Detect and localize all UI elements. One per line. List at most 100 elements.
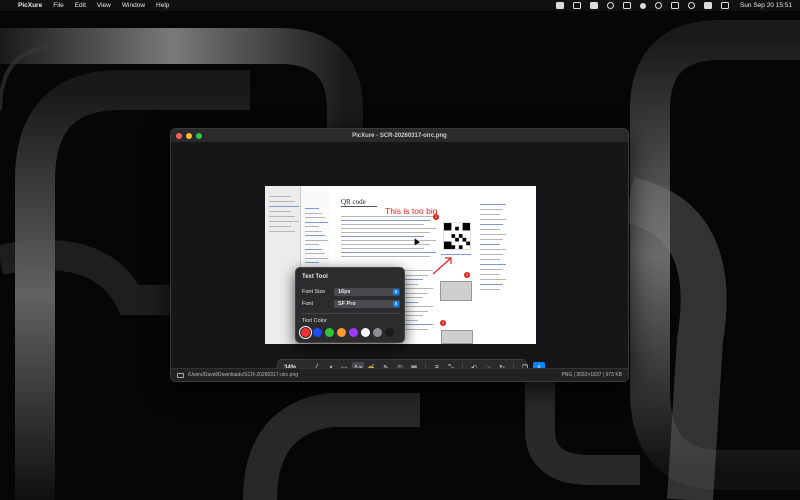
text-line xyxy=(269,196,291,198)
counter-badge[interactable]: 3 xyxy=(440,320,446,326)
annotation-text[interactable]: This is too big xyxy=(385,206,437,216)
text-line xyxy=(269,231,295,233)
menubar-clock[interactable]: Sun Sep 20 15:51 xyxy=(740,2,792,9)
counter-badge[interactable]: 1 xyxy=(433,214,439,220)
battery-icon[interactable] xyxy=(670,2,679,9)
screenshot-photo xyxy=(441,330,473,344)
annotation-arrow[interactable] xyxy=(431,254,455,276)
font-size-select[interactable]: 16px ⇕ xyxy=(334,288,400,296)
text-line xyxy=(269,206,299,208)
text-line xyxy=(305,208,319,210)
text-line xyxy=(305,230,322,232)
menu-extras: Sun Sep 20 15:51 xyxy=(555,0,792,11)
text-line xyxy=(480,234,506,236)
desktop: PicXure File Edit View Window Help Sun S… xyxy=(0,0,800,500)
headphones-icon[interactable] xyxy=(654,2,662,9)
font-select[interactable]: SF Pro ⇕ xyxy=(334,300,400,308)
text-tool-popover: Text Tool Font Size 16px ⇕ Font SF Pro ⇕… xyxy=(295,267,405,343)
text-line xyxy=(341,236,424,238)
color-swatch[interactable] xyxy=(349,328,358,337)
color-swatches xyxy=(301,328,394,337)
text-line xyxy=(305,253,325,255)
text-line xyxy=(341,248,424,250)
text-line xyxy=(341,232,430,234)
text-line xyxy=(480,289,500,291)
close-window-button[interactable] xyxy=(176,132,182,139)
text-line xyxy=(305,212,322,214)
text-line xyxy=(341,224,424,226)
text-line xyxy=(480,274,500,276)
color-swatch[interactable] xyxy=(385,328,394,337)
menu-edit[interactable]: Edit xyxy=(75,2,86,9)
text-line xyxy=(480,269,503,271)
window-controls xyxy=(176,132,202,139)
text-line xyxy=(305,244,319,246)
app-status-icon[interactable] xyxy=(572,2,581,9)
screenshot-heading: QR code xyxy=(341,198,366,206)
status-bar: /Users/David/Downloads/SCR-20260317-oirc… xyxy=(171,368,628,381)
menu-window[interactable]: Window xyxy=(122,2,145,9)
text-line xyxy=(341,220,430,222)
popover-divider xyxy=(302,313,400,314)
text-line xyxy=(480,209,503,211)
file-info: PNG | 3032×1837 | 973 KB xyxy=(561,372,622,378)
text-line xyxy=(480,264,506,266)
text-line xyxy=(305,235,325,237)
display-icon[interactable] xyxy=(622,2,631,9)
text-line xyxy=(305,221,328,223)
app-window: PicXure - SCR-20260317-oirc.png QR code … xyxy=(170,128,629,382)
vpn-icon[interactable] xyxy=(606,2,614,9)
font-size-value: 16px xyxy=(338,289,351,295)
text-line xyxy=(480,214,500,216)
text-line xyxy=(480,259,500,261)
text-line xyxy=(269,221,299,223)
text-line xyxy=(341,244,430,246)
text-line xyxy=(480,244,500,246)
text-line xyxy=(480,204,506,206)
text-line xyxy=(269,201,295,203)
text-line xyxy=(341,228,436,230)
keyboard-input-icon[interactable] xyxy=(703,2,712,9)
control-center-icon[interactable] xyxy=(720,2,729,9)
clipboard-icon[interactable] xyxy=(589,2,598,9)
screenshot-photo xyxy=(440,281,472,301)
menu-view[interactable]: View xyxy=(97,2,111,9)
window-title: PicXure - SCR-20260317-oirc.png xyxy=(352,132,447,139)
menu-file[interactable]: File xyxy=(53,2,63,9)
text-line xyxy=(480,239,503,241)
text-line xyxy=(269,216,295,218)
text-line xyxy=(269,226,291,228)
color-swatch[interactable] xyxy=(313,328,322,337)
popover-title: Text Tool xyxy=(302,274,328,280)
text-line xyxy=(269,211,291,213)
counter-badge[interactable]: 2 xyxy=(464,272,470,278)
text-line xyxy=(480,229,500,231)
text-line xyxy=(480,279,506,281)
color-swatch[interactable] xyxy=(301,328,310,337)
minimize-window-button[interactable] xyxy=(186,132,192,139)
text-line xyxy=(305,262,319,264)
text-line xyxy=(341,216,436,218)
app-menu[interactable]: PicXure xyxy=(18,2,42,9)
folder-icon[interactable] xyxy=(177,372,184,378)
close-box-icon[interactable] xyxy=(555,2,564,9)
text-line xyxy=(480,224,503,226)
font-size-label: Font Size xyxy=(302,289,326,295)
color-swatch[interactable] xyxy=(361,328,370,337)
color-swatch[interactable] xyxy=(373,328,382,337)
search-icon[interactable] xyxy=(687,2,695,9)
qr-code-image xyxy=(443,222,471,250)
chevron-updown-icon: ⇕ xyxy=(393,289,399,295)
text-line xyxy=(305,248,322,250)
text-line xyxy=(305,257,328,259)
color-swatch[interactable] xyxy=(337,328,346,337)
title-bar[interactable]: PicXure - SCR-20260317-oirc.png xyxy=(171,129,628,142)
text-color-label: Text Color xyxy=(302,318,327,324)
color-swatch[interactable] xyxy=(325,328,334,337)
text-line xyxy=(305,226,319,228)
text-line xyxy=(480,249,506,251)
zoom-window-button[interactable] xyxy=(196,132,202,139)
text-line xyxy=(341,256,430,258)
wifi-icon[interactable] xyxy=(639,2,646,9)
menu-help[interactable]: Help xyxy=(156,2,169,9)
